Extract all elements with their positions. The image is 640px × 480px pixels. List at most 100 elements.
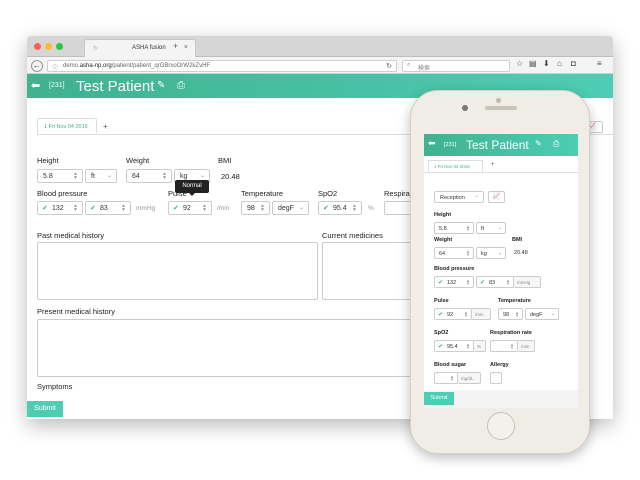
stepper-icon[interactable]: ▲ ▼ xyxy=(466,250,470,257)
mobile-weight-input[interactable]: 64 ▲ ▼ xyxy=(434,247,474,259)
mobile-diastolic-input[interactable]: ✔ 83 ▲ ▼ xyxy=(476,276,514,288)
current-medicines-textarea[interactable] xyxy=(322,242,412,300)
back-arrow-icon[interactable]: ← xyxy=(31,60,43,72)
home-icon[interactable]: ⌂ xyxy=(557,59,562,68)
mobile-bmi-value: 20.48 xyxy=(514,250,528,256)
tooltip: Normal xyxy=(175,180,209,196)
stepper-icon[interactable]: ▲ ▼ xyxy=(352,204,357,213)
systolic-input[interactable]: ✔ 132 ▲ ▼ xyxy=(37,201,83,215)
check-icon: ✔ xyxy=(42,205,48,212)
clipboard-icon[interactable]: ▤ xyxy=(529,59,537,68)
mobile-bp-label: Blood pressure xyxy=(434,266,475,272)
past-history-textarea[interactable] xyxy=(37,242,318,300)
height-unit-select[interactable]: ft ⌄ xyxy=(85,169,117,183)
stepper-icon[interactable]: ▲ ▼ xyxy=(202,204,207,213)
mobile-add-record-tab[interactable]: + xyxy=(491,162,495,168)
diastolic-input[interactable]: ✔ 83 ▲ ▼ xyxy=(85,201,131,215)
bmi-value: 20.48 xyxy=(221,172,240,181)
home-button[interactable] xyxy=(487,412,515,440)
mobile-temperature-input[interactable]: 98 ▲ ▼ xyxy=(498,308,523,320)
symptoms-label: Symptoms xyxy=(37,382,73,391)
mobile-blood-sugar-input[interactable]: ▲ ▼ xyxy=(434,372,458,384)
back-arrow-icon[interactable]: ⬅ xyxy=(428,138,436,149)
mobile-weight-label: Weight xyxy=(434,237,453,243)
mobile-temperature-unit-select[interactable]: degF ⌄ xyxy=(525,308,559,320)
pocket-icon[interactable]: ◘ xyxy=(571,59,576,68)
url-bar[interactable]: ⓘ demo.asha-np.org/patient/patient_qrGBr… xyxy=(47,60,397,72)
add-record-tab[interactable]: + xyxy=(103,122,108,131)
respiration-input[interactable] xyxy=(384,201,412,215)
close-tab-icon[interactable]: × xyxy=(184,44,188,51)
camera-dot xyxy=(496,98,501,103)
form-select[interactable]: Reception ⌄ xyxy=(434,191,484,203)
search-input[interactable]: ⌕ 検索 xyxy=(402,60,510,72)
hamburger-menu-icon[interactable]: ≡ xyxy=(597,59,602,68)
mobile-weight-unit-select[interactable]: kg ⌄ xyxy=(476,247,506,259)
stepper-icon[interactable]: ▲ ▼ xyxy=(510,343,514,350)
edit-icon[interactable]: ✎ xyxy=(157,80,165,91)
mobile-spo2-label: SpO2 xyxy=(434,330,449,336)
stepper-icon[interactable]: ▲ ▼ xyxy=(73,204,78,213)
minimize-window-button[interactable] xyxy=(45,43,52,50)
back-arrow-icon[interactable]: ⬅ xyxy=(31,79,40,92)
present-history-textarea[interactable] xyxy=(37,319,412,377)
print-icon[interactable]: ⎙ xyxy=(177,80,185,91)
temperature-input[interactable]: 98 ▲ ▼ xyxy=(241,201,270,215)
chevron-down-icon: ⌄ xyxy=(497,250,502,256)
spo2-unit: % xyxy=(368,205,374,212)
mobile-record-date-tab[interactable]: 1 Fri Nov 04 2016 xyxy=(428,160,483,172)
spo2-label: SpO2 xyxy=(318,189,338,198)
download-icon[interactable]: ⬇ xyxy=(543,59,550,68)
mobile-pulse-input[interactable]: ✔ 92 ▲ ▼ xyxy=(434,308,472,320)
print-icon[interactable]: ⎙ xyxy=(553,139,559,149)
stepper-icon[interactable]: ▲ ▼ xyxy=(506,279,510,286)
stepper-icon[interactable]: ▲ ▼ xyxy=(450,375,454,382)
mobile-bp-unit: mmHg xyxy=(514,276,541,288)
weight-input[interactable]: 64 ▲ ▼ xyxy=(126,169,172,183)
height-input[interactable]: 5.8 ▲ ▼ xyxy=(37,169,83,183)
check-icon: ✔ xyxy=(438,312,444,318)
mobile-spo2-input[interactable]: ✔ 95.4 ▲ ▼ xyxy=(434,340,474,352)
mobile-respiration-input[interactable]: ▲ ▼ xyxy=(490,340,518,352)
reload-icon[interactable]: ↻ xyxy=(386,62,392,70)
stepper-icon[interactable]: ▲ ▼ xyxy=(464,311,468,318)
mobile-app-header: ⬅ [231] Test Patient ✎ ⎙ xyxy=(424,134,578,156)
mobile-pulse-unit: /min xyxy=(472,308,491,320)
submit-button[interactable]: Submit xyxy=(27,401,63,417)
mobile-allergy-input[interactable] xyxy=(490,372,502,384)
stepper-icon[interactable]: ▲ ▼ xyxy=(162,172,167,181)
stepper-icon[interactable]: ▲ ▼ xyxy=(466,279,470,286)
temperature-label: Temperature xyxy=(241,189,284,198)
browser-tab[interactable]: ↻ ASHA fusion × xyxy=(84,39,196,57)
stepper-icon[interactable]: ▲ ▼ xyxy=(466,225,470,232)
chevron-down-icon: ⌄ xyxy=(298,205,304,211)
new-tab-button[interactable]: + xyxy=(173,41,178,51)
pulse-input[interactable]: ✔ 92 ▲ ▼ xyxy=(168,201,212,215)
check-icon: ✔ xyxy=(90,205,96,212)
chart-icon[interactable]: 📈 xyxy=(488,191,505,203)
spo2-input[interactable]: ✔ 95.4 ▲ ▼ xyxy=(318,201,362,215)
bookmark-star-icon[interactable]: ☆ xyxy=(516,59,523,68)
temperature-unit-select[interactable]: degF ⌄ xyxy=(272,201,309,215)
stepper-icon[interactable]: ▲ ▼ xyxy=(121,204,126,213)
stepper-icon[interactable]: ▲ ▼ xyxy=(260,204,265,213)
url-text: demo.asha-np.org/patient/patient_qrGBrxo… xyxy=(63,63,211,69)
front-camera xyxy=(462,105,468,111)
stepper-icon[interactable]: ▲ ▼ xyxy=(73,172,78,181)
browser-toolbar: ← ⓘ demo.asha-np.org/patient/patient_qrG… xyxy=(27,57,613,74)
mobile-submit-button[interactable]: Submit xyxy=(424,392,454,405)
record-date-tab[interactable]: 1 Fri Nov 04 2016 xyxy=(37,118,97,134)
mobile-height-input[interactable]: 5.8 ▲ ▼ xyxy=(434,222,474,234)
pulse-unit: /min xyxy=(217,205,230,212)
edit-icon[interactable]: ✎ xyxy=(535,139,542,148)
patient-name: Test Patient xyxy=(76,78,155,95)
stepper-icon[interactable]: ▲ ▼ xyxy=(466,343,470,350)
browser-tab-title: ASHA fusion xyxy=(132,45,166,51)
stepper-icon[interactable]: ▲ ▼ xyxy=(515,311,519,318)
mobile-height-label: Height xyxy=(434,212,452,218)
close-window-button[interactable] xyxy=(34,43,41,50)
maximize-window-button[interactable] xyxy=(56,43,63,50)
speaker-grille xyxy=(485,106,517,110)
mobile-height-unit-select[interactable]: ft ⌄ xyxy=(476,222,506,234)
mobile-systolic-input[interactable]: ✔ 132 ▲ ▼ xyxy=(434,276,474,288)
